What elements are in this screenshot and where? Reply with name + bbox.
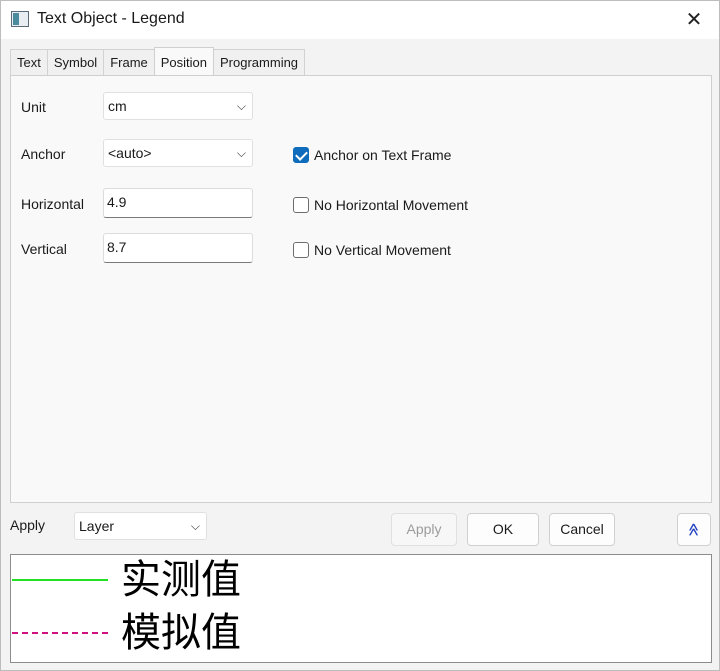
apply-scope-value: Layer xyxy=(79,518,115,534)
tab-programming[interactable]: Programming xyxy=(213,49,306,75)
legend-text-measured: 实测值 xyxy=(121,557,241,603)
position-panel: Unit cm ⌵ Anchor <auto> ⌵ Anchor on Text… xyxy=(10,75,712,503)
double-chevron-up-icon: ≪ xyxy=(686,522,702,537)
ok-button[interactable]: OK xyxy=(467,513,539,546)
window-title: Text Object - Legend xyxy=(37,10,185,27)
legend-line-measured xyxy=(12,579,108,581)
tab-frame[interactable]: Frame xyxy=(103,49,155,75)
window-icon xyxy=(11,11,29,27)
collapse-preview-button[interactable]: ≪ xyxy=(677,513,711,546)
vertical-label: Vertical xyxy=(21,241,67,257)
anchor-label: Anchor xyxy=(21,146,66,162)
anchor-on-text-frame-label: Anchor on Text Frame xyxy=(314,147,452,163)
anchor-value: <auto> xyxy=(108,145,152,161)
unit-value: cm xyxy=(108,98,127,114)
tab-symbol[interactable]: Symbol xyxy=(46,49,105,75)
legend-preview: 实测值 模拟值 xyxy=(10,554,712,663)
checkbox-box[interactable] xyxy=(293,147,309,163)
vertical-input[interactable]: 8.7 xyxy=(103,233,253,263)
unit-select[interactable]: cm ⌵ xyxy=(103,92,253,120)
legend-text-simulated: 模拟值 xyxy=(121,610,241,656)
apply-scope-select[interactable]: Layer ⌵ xyxy=(74,512,207,540)
close-icon[interactable]: ✕ xyxy=(679,5,709,35)
legend-line-simulated xyxy=(12,632,108,634)
no-vertical-movement-label: No Vertical Movement xyxy=(314,242,451,258)
tab-bar: Text Symbol Frame Position Programming xyxy=(10,47,306,75)
horizontal-input[interactable]: 4.9 xyxy=(103,188,253,218)
anchor-select[interactable]: <auto> ⌵ xyxy=(103,139,253,167)
unit-label: Unit xyxy=(21,99,46,115)
no-horizontal-movement-label: No Horizontal Movement xyxy=(314,197,469,213)
horizontal-label: Horizontal xyxy=(21,196,85,212)
title-bar: Text Object - Legend ✕ xyxy=(1,1,719,39)
dialog-window: Text Object - Legend ✕ Text Symbol Frame… xyxy=(0,0,720,671)
apply-scope-label: Apply xyxy=(10,517,46,533)
checkbox-box[interactable] xyxy=(293,242,309,258)
no-horizontal-movement-checkbox[interactable]: No Horizontal Movement xyxy=(293,197,468,213)
no-vertical-movement-checkbox[interactable]: No Vertical Movement xyxy=(293,242,451,258)
tab-position[interactable]: Position xyxy=(153,47,215,75)
chevron-down-icon: ⌵ xyxy=(190,519,200,533)
cancel-button[interactable]: Cancel xyxy=(549,513,615,546)
chevron-down-icon: ⌵ xyxy=(236,146,246,160)
tab-text[interactable]: Text xyxy=(10,49,48,75)
chevron-down-icon: ⌵ xyxy=(236,99,246,113)
anchor-on-text-frame-checkbox[interactable]: Anchor on Text Frame xyxy=(293,147,451,163)
apply-button[interactable]: Apply xyxy=(391,513,457,546)
checkbox-box[interactable] xyxy=(293,197,309,213)
